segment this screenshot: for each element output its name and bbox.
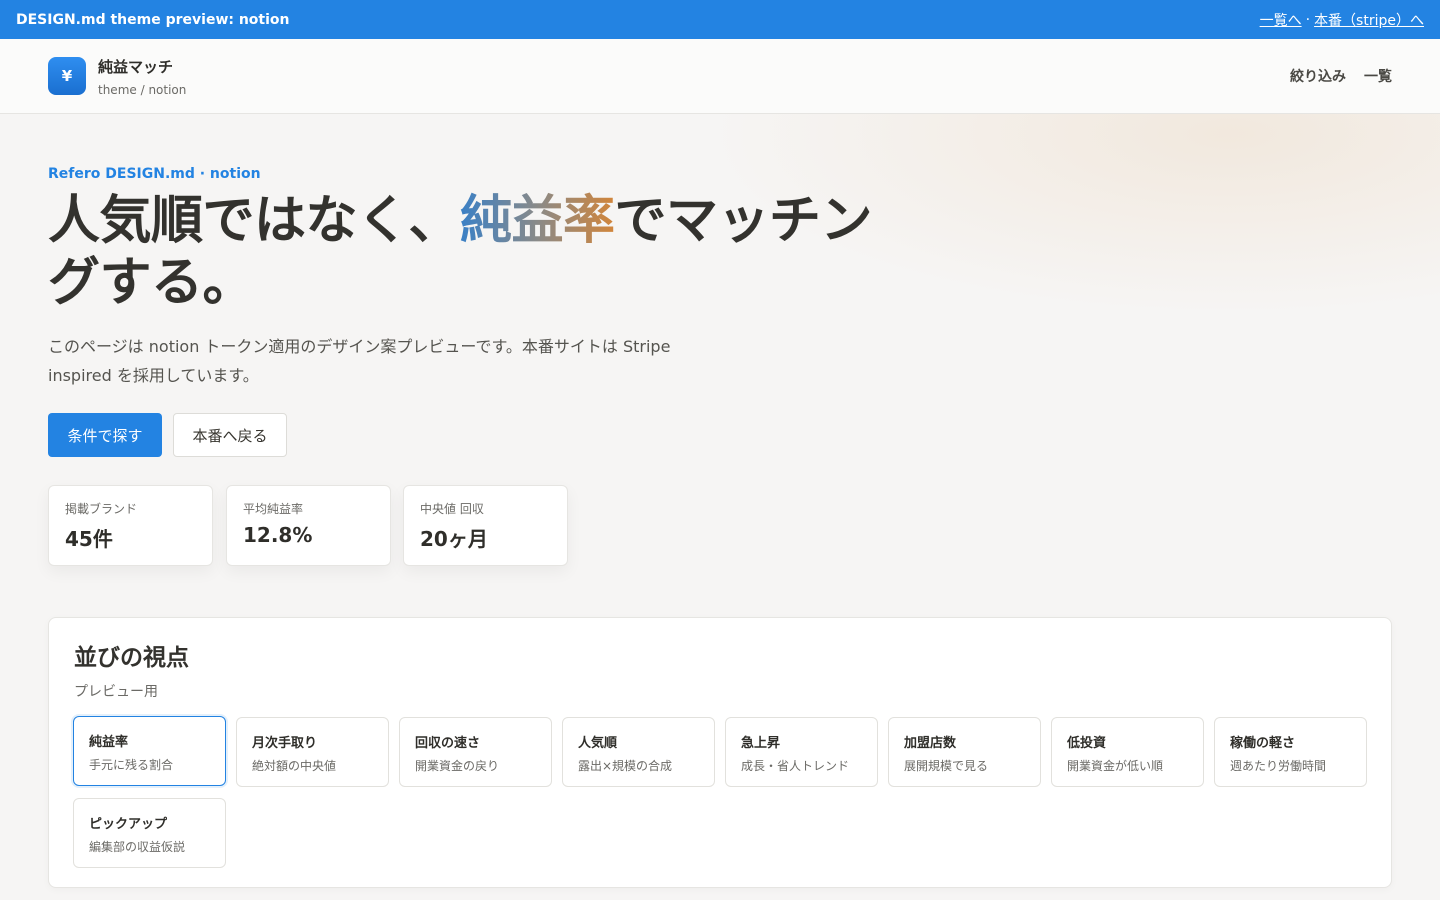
- option-title: 急上昇: [741, 736, 781, 751]
- option-title: 低投資: [1067, 736, 1107, 751]
- sort-option-margin-rate[interactable]: 純益率 手元に残る割合: [73, 716, 226, 786]
- top-nav: ¥ 純益マッチ theme / notion 絞り込み 一覧: [0, 39, 1440, 114]
- stat-label: 掲載ブランド: [65, 502, 138, 516]
- sort-option-monthly-take-home[interactable]: 月次手取り 絶対額の中央値: [236, 717, 389, 787]
- link-separator: ·: [1305, 11, 1311, 28]
- hero-lead: このページは notion トークン適用のデザイン案プレビューです。本番サイトは…: [48, 337, 671, 385]
- panel-subtitle: プレビュー用: [74, 684, 158, 700]
- stat-value: 20ヶ月: [420, 527, 488, 551]
- option-desc: 成長・省人トレンド: [741, 759, 850, 773]
- sort-option-payback-speed[interactable]: 回収の速さ 開業資金の戻り: [399, 717, 552, 787]
- preview-banner-links: 一覧へ · 本番（stripe）へ: [1260, 10, 1424, 30]
- list-link[interactable]: 一覧へ: [1260, 10, 1302, 30]
- option-title: 人気順: [578, 736, 618, 751]
- brand-text: 純益マッチ theme / notion: [98, 56, 186, 97]
- sort-option-pickup[interactable]: ピックアップ 編集部の収益仮説: [73, 798, 226, 868]
- yen-logo-icon: ¥: [48, 57, 86, 95]
- stat-value: 12.8%: [243, 523, 313, 547]
- nav-links: 絞り込み 一覧: [1290, 66, 1392, 86]
- stat-card-payback: 中央値 回収 20ヶ月: [403, 485, 568, 566]
- sort-option-low-investment[interactable]: 低投資 開業資金が低い順: [1051, 717, 1204, 787]
- headline-highlight: 純益率: [460, 191, 615, 251]
- brand-subtitle: theme / notion: [98, 82, 187, 97]
- option-desc: 週あたり労働時間: [1230, 759, 1327, 773]
- brand-name: 純益マッチ: [98, 57, 174, 76]
- option-title: 加盟店数: [904, 736, 957, 751]
- option-title: 稼働の軽さ: [1230, 736, 1296, 751]
- stat-label: 中央値 回収: [420, 502, 484, 516]
- hero-eyebrow: Refero DESIGN.md · notion: [48, 166, 261, 182]
- nav-link-filter[interactable]: 絞り込み: [1290, 66, 1346, 86]
- headline-part-1: 人気順ではなく、: [48, 191, 461, 251]
- option-title: 回収の速さ: [415, 736, 481, 751]
- option-desc: 手元に残る割合: [89, 758, 174, 772]
- option-title: ピックアップ: [89, 817, 168, 832]
- search-by-conditions-button[interactable]: 条件で探す: [48, 413, 162, 457]
- preview-banner: DESIGN.md theme preview: notion 一覧へ · 本番…: [0, 0, 1440, 39]
- option-title: 純益率: [89, 735, 129, 750]
- preview-banner-title: DESIGN.md theme preview: notion: [16, 11, 290, 28]
- option-desc: 展開規模で見る: [904, 759, 989, 773]
- sort-option-light-workload[interactable]: 稼働の軽さ 週あたり労働時間: [1214, 717, 1367, 787]
- option-desc: 開業資金が低い順: [1067, 759, 1164, 773]
- stat-card-brands: 掲載ブランド 45件: [48, 485, 213, 566]
- back-to-production-button[interactable]: 本番へ戻る: [173, 413, 287, 457]
- stat-card-margin: 平均純益率 12.8%: [226, 485, 391, 566]
- sort-option-popularity[interactable]: 人気順 露出×規模の合成: [562, 717, 715, 787]
- sort-option-store-count[interactable]: 加盟店数 展開規模で見る: [888, 717, 1041, 787]
- option-title: 月次手取り: [252, 736, 318, 751]
- panel-title: 並びの視点: [74, 645, 189, 671]
- option-desc: 絶対額の中央値: [252, 759, 337, 773]
- brand[interactable]: ¥ 純益マッチ theme / notion: [48, 56, 186, 97]
- option-desc: 編集部の収益仮説: [89, 840, 186, 854]
- option-desc: 露出×規模の合成: [578, 759, 673, 773]
- stat-value: 45件: [65, 527, 113, 551]
- sort-perspective-panel: 並びの視点 プレビュー用 純益率 手元に残る割合 月次手取り 絶対額の中央値 回…: [48, 617, 1392, 888]
- stat-label: 平均純益率: [243, 502, 304, 516]
- production-link[interactable]: 本番（stripe）へ: [1314, 10, 1424, 30]
- sort-option-trending[interactable]: 急上昇 成長・省人トレンド: [725, 717, 878, 787]
- nav-link-list[interactable]: 一覧: [1364, 66, 1392, 86]
- hero-headline: 人気順ではなく、純益率でマッチングする。: [48, 190, 908, 314]
- option-desc: 開業資金の戻り: [415, 759, 500, 773]
